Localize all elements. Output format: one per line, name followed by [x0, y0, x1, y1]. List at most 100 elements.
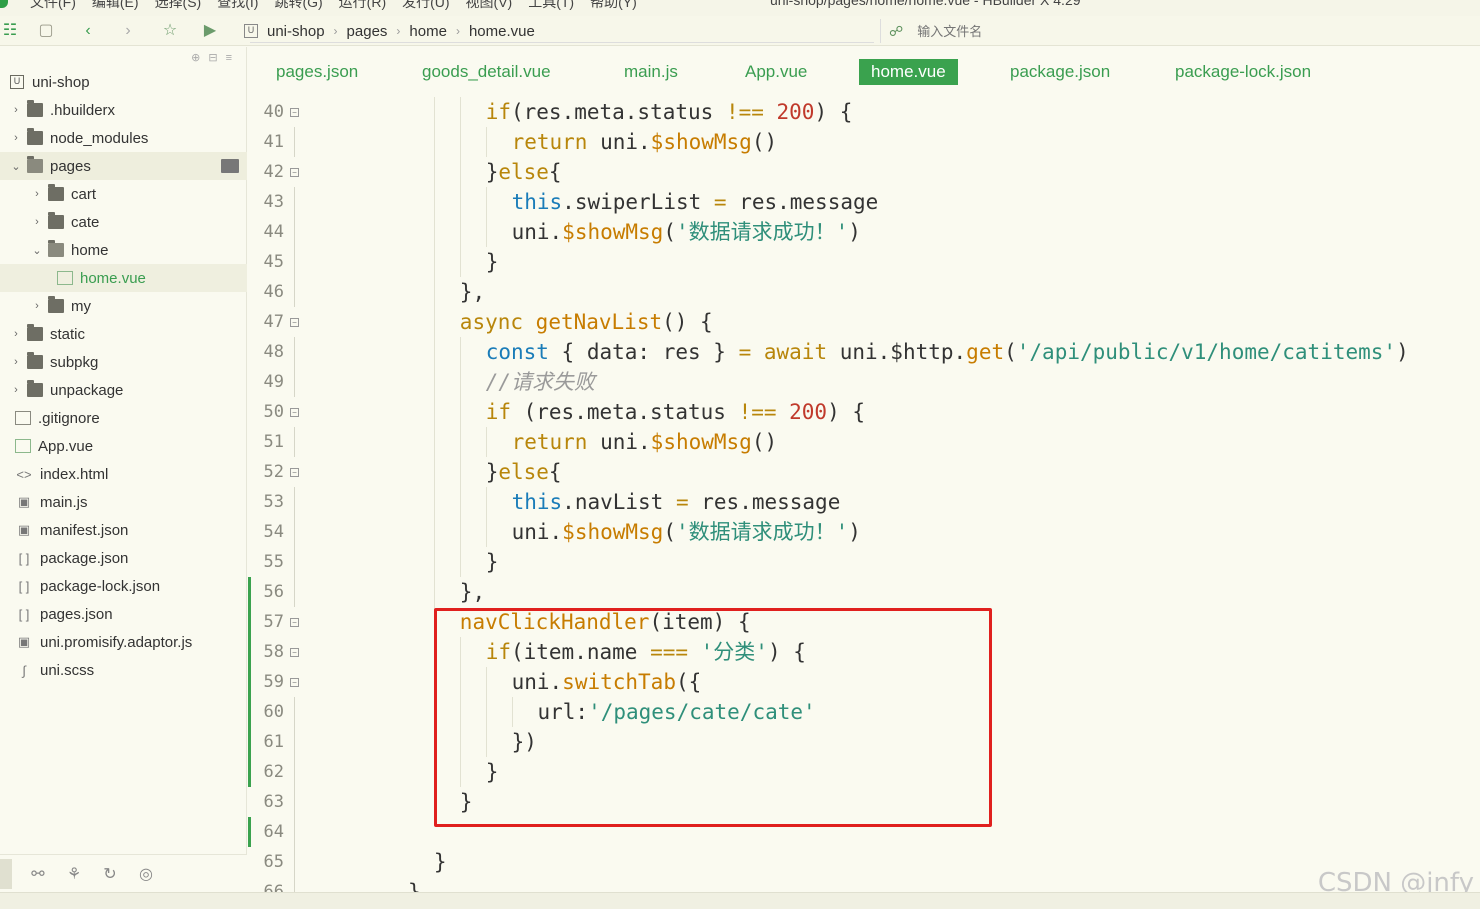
editor-tab[interactable]: package-lock.json [1163, 59, 1323, 85]
code-token: }, [459, 280, 486, 304]
code-line[interactable]: 51 return uni.$showMsg() [248, 427, 1480, 457]
tree-item[interactable]: Uuni-shop [0, 68, 247, 96]
tree-item[interactable]: ⌄ home [0, 236, 247, 264]
chevron-down-icon[interactable]: ⌄ [31, 244, 43, 257]
code-line[interactable]: 48 const { data: res } = await uni.$http.… [248, 337, 1480, 367]
code-line[interactable]: 54 uni.$showMsg('数据请求成功！') [248, 517, 1480, 547]
run-icon[interactable]: ▶ [200, 21, 220, 41]
fold-collapse-icon[interactable]: − [290, 468, 299, 477]
editor-tab[interactable]: goods_detail.vue [410, 59, 563, 85]
favorite-star-icon[interactable]: ☆ [160, 21, 180, 41]
tree-item[interactable]: › my [0, 292, 247, 320]
explorer-tab-icon[interactable] [0, 858, 12, 889]
menu-item[interactable]: 编辑(E) [92, 0, 139, 12]
breadcrumb-item[interactable]: home [409, 23, 447, 40]
code-line[interactable]: 52−}else{ [248, 457, 1480, 487]
code-line[interactable]: 45} [248, 247, 1480, 277]
browser-icon[interactable]: ◎ [128, 864, 164, 884]
tree-item[interactable]: [ ] package.json [0, 544, 247, 572]
menu-item[interactable]: 帮助(Y) [590, 0, 637, 12]
fold-collapse-icon[interactable]: − [290, 618, 299, 627]
chevron-right-icon[interactable]: › [10, 132, 22, 144]
tree-item[interactable]: ∫ uni.scss [0, 656, 247, 684]
tree-item[interactable]: › .hbuilderx [0, 96, 247, 124]
tree-item[interactable]: ▣ uni.promisify.adaptor.js [0, 628, 247, 656]
chevron-right-icon[interactable]: › [10, 104, 22, 116]
tree-item[interactable]: ▣ manifest.json [0, 516, 247, 544]
tree-item[interactable]: › cart [0, 180, 247, 208]
chevron-down-icon[interactable]: ⌄ [10, 160, 22, 173]
plugin-icon[interactable]: ⚯ [20, 864, 56, 884]
tree-item[interactable]: [ ] pages.json [0, 600, 247, 628]
code-line[interactable]: 66} [248, 877, 1480, 892]
code-line[interactable]: 44 uni.$showMsg('数据请求成功！') [248, 217, 1480, 247]
fold-collapse-icon[interactable]: − [290, 168, 299, 177]
open-folder-icon[interactable] [221, 159, 239, 173]
chevron-right-icon[interactable]: › [10, 328, 22, 340]
chevron-right-icon[interactable]: › [10, 384, 22, 396]
code-line[interactable]: 41 return uni.$showMsg() [248, 127, 1480, 157]
menu-item[interactable]: 选择(S) [155, 0, 202, 12]
debug-bug-icon[interactable]: ⚘ [56, 864, 92, 884]
tree-item[interactable]: › subpkg [0, 348, 247, 376]
menu-item[interactable]: 查找(I) [217, 0, 258, 12]
code-line[interactable]: 55} [248, 547, 1480, 577]
code-line[interactable]: 56}, [248, 577, 1480, 607]
tree-item[interactable]: › cate [0, 208, 247, 236]
chevron-right-icon[interactable]: › [31, 300, 43, 312]
chevron-right-icon[interactable]: › [31, 188, 43, 200]
new-file-icon[interactable]: ☷ [0, 21, 20, 41]
fold-collapse-icon[interactable]: − [290, 318, 299, 327]
file-search-input[interactable] [917, 23, 1218, 39]
locate-icon[interactable]: ⊕ [191, 52, 208, 64]
git-icon[interactable]: ↻ [92, 864, 128, 884]
fold-collapse-icon[interactable]: − [290, 678, 299, 687]
tree-item[interactable]: home.vue [0, 264, 247, 292]
code-line[interactable]: 50− if (res.meta.status !== 200) { [248, 397, 1480, 427]
tree-item[interactable]: .gitignore [0, 404, 247, 432]
forward-icon[interactable]: › [118, 21, 138, 41]
editor-tab[interactable]: package.json [998, 59, 1122, 85]
tree-item[interactable]: › static [0, 320, 247, 348]
menu-item[interactable]: 视图(V) [466, 0, 513, 12]
menu-item[interactable]: 跳转(G) [274, 0, 322, 12]
editor-tab[interactable]: home.vue [859, 59, 958, 85]
code-line[interactable]: 40− if(res.meta.status !== 200) { [248, 97, 1480, 127]
fold-collapse-icon[interactable]: − [290, 648, 299, 657]
fold-collapse-icon[interactable]: − [290, 408, 299, 417]
chevron-right-icon[interactable]: › [10, 356, 22, 368]
tree-item[interactable]: App.vue [0, 432, 247, 460]
code-line[interactable]: 53 this.navList = res.message [248, 487, 1480, 517]
code-line[interactable]: 49 //请求失败 [248, 367, 1480, 397]
fold-collapse-icon[interactable]: − [290, 108, 299, 117]
back-icon[interactable]: ‹ [78, 21, 98, 41]
code-token: uni. [587, 130, 651, 154]
breadcrumb-item[interactable]: home.vue [469, 23, 535, 40]
save-icon[interactable]: ▢ [36, 21, 56, 41]
editor-tab[interactable]: main.js [612, 59, 690, 85]
code-line[interactable]: 46}, [248, 277, 1480, 307]
code-line[interactable]: 47− async getNavList() { [248, 307, 1480, 337]
code-token: $showMsg [650, 430, 752, 454]
menu-item[interactable]: 文件(F) [30, 0, 76, 12]
tree-item[interactable]: <> index.html [0, 460, 247, 488]
collapse-icon[interactable]: ⊟ [208, 52, 225, 64]
tree-item[interactable]: › unpackage [0, 376, 247, 404]
menu-item[interactable]: 工具(T) [528, 0, 574, 12]
tree-item[interactable]: [ ] package-lock.json [0, 572, 247, 600]
breadcrumb-item[interactable]: uni-shop [267, 23, 325, 40]
menu-icon[interactable]: ≡ [226, 52, 240, 64]
editor-tab[interactable]: pages.json [264, 59, 370, 85]
menu-item[interactable]: 发行(U) [402, 0, 449, 12]
tree-item[interactable]: ⌄ pages [0, 152, 247, 180]
code-line[interactable]: 43 this.swiperList = res.message [248, 187, 1480, 217]
menu-item[interactable]: 运行(R) [339, 0, 386, 12]
editor-tab[interactable]: App.vue [733, 59, 819, 85]
breadcrumb-item[interactable]: pages [347, 23, 388, 40]
code-line[interactable]: 65} [248, 847, 1480, 877]
indent-guide [459, 97, 461, 127]
code-line[interactable]: 42−}else{ [248, 157, 1480, 187]
tree-item[interactable]: ▣ main.js [0, 488, 247, 516]
chevron-right-icon[interactable]: › [31, 216, 43, 228]
tree-item[interactable]: › node_modules [0, 124, 247, 152]
